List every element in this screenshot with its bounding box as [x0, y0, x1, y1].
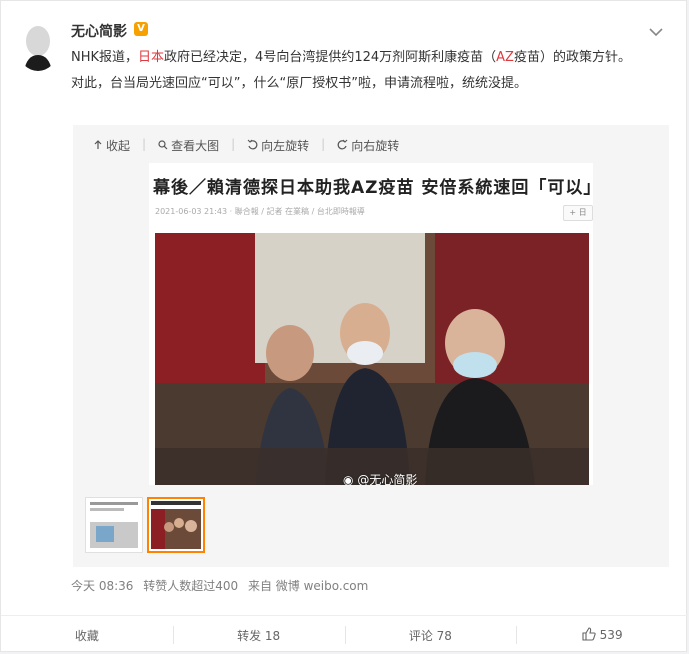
post-source[interactable]: 来自 微博 weibo.com — [248, 579, 368, 593]
follow-button[interactable]: + 日 — [563, 205, 593, 221]
news-photo: ◉ @无心简影 — [155, 233, 589, 485]
repost-note: 转赞人数超过400 — [143, 579, 239, 593]
article-meta: 2021-06-03 21:43 · 聯合報 / 記者 在業稿 / 台北即時報導 — [155, 207, 365, 216]
highlighted-keyword[interactable]: AZ — [496, 50, 514, 65]
post-footer: 今天 08:36 转赞人数超过400 来自 微博 weibo.com — [71, 577, 374, 594]
thumbnail-1[interactable] — [85, 497, 143, 553]
divider: | — [142, 137, 147, 151]
divider: | — [231, 137, 236, 151]
rotate-left-button[interactable]: 向左旋转 — [247, 137, 309, 154]
text-segment: 疫苗）的政策方针。 — [513, 50, 631, 65]
rotate-right-label: 向右旋转 — [351, 139, 400, 153]
author-name[interactable]: 无心简影 — [71, 21, 127, 41]
favorite-label: 收藏 — [74, 628, 99, 643]
collapse-label: 收起 — [106, 139, 131, 153]
view-large-label: 查看大图 — [171, 139, 220, 153]
divider: | — [321, 137, 326, 151]
repost-label: 转发 18 — [237, 628, 281, 643]
view-large-button[interactable]: 查看大图 — [158, 137, 219, 154]
watermark: ◉ @无心简影 — [343, 471, 417, 485]
post-time[interactable]: 今天 08:36 — [71, 579, 133, 593]
highlighted-keyword[interactable]: 日本 — [138, 50, 164, 65]
action-bar: 收藏 转发 18 评论 78 539 — [1, 615, 688, 654]
weibo-icon: ◉ — [343, 473, 354, 485]
rotate-left-label: 向左旋转 — [261, 139, 310, 153]
verified-badge: V — [134, 22, 148, 36]
chevron-down-icon[interactable] — [648, 23, 664, 37]
repost-button[interactable]: 转发 18 — [172, 616, 345, 654]
rotate-right-icon — [337, 139, 348, 153]
avatar[interactable] — [19, 23, 57, 71]
weibo-post-card: 无心简影 V NHK报道，日本政府已经决定，4号向台湾提供约124万剂阿斯利康疫… — [0, 0, 688, 654]
text-segment: NHK报道， — [71, 50, 139, 65]
favorite-button[interactable]: 收藏 — [1, 616, 173, 654]
collapse-button[interactable]: 收起 — [93, 137, 130, 154]
post-text: NHK报道，日本政府已经决定，4号向台湾提供约124万剂阿斯利康疫苗（AZ疫苗）… — [71, 47, 661, 99]
thumbnail-strip — [85, 497, 205, 553]
like-button[interactable]: 539 — [516, 616, 688, 654]
thumbnail-2[interactable] — [147, 497, 205, 553]
comment-label: 评论 78 — [408, 628, 452, 643]
gallery-toolbar: 收起 | 查看大图 | 向左旋转 | 向右旋转 — [93, 137, 399, 154]
large-image[interactable]: 幕後／賴清德探日本助我AZ疫苗 安倍系統速回「可以」 2021-06-03 21… — [149, 163, 593, 485]
article-headline: 幕後／賴清德探日本助我AZ疫苗 安倍系統速回「可以」 — [153, 178, 593, 198]
comment-button[interactable]: 评论 78 — [344, 616, 517, 654]
rotate-right-button[interactable]: 向右旋转 — [337, 137, 399, 154]
search-icon — [158, 139, 168, 153]
like-icon — [582, 626, 596, 644]
post-paragraph-1: NHK报道，日本政府已经决定，4号向台湾提供约124万剂阿斯利康疫苗（AZ疫苗）… — [71, 47, 661, 69]
post-paragraph-2: 对此，台当局光速回应“可以”，什么“原厂授权书”啦，申请流程啦，统统没提。 — [71, 76, 527, 91]
like-count: 539 — [599, 628, 623, 642]
rotate-left-icon — [247, 139, 258, 153]
text-segment: 政府已经决定，4号向台湾提供约124万剂阿斯利康疫苗（ — [164, 50, 497, 65]
image-gallery: 收起 | 查看大图 | 向左旋转 | 向右旋转 幕後／賴清德探日本助我AZ疫苗 … — [73, 125, 669, 567]
watermark-text: @无心简影 — [357, 473, 418, 485]
collapse-icon — [93, 139, 103, 153]
